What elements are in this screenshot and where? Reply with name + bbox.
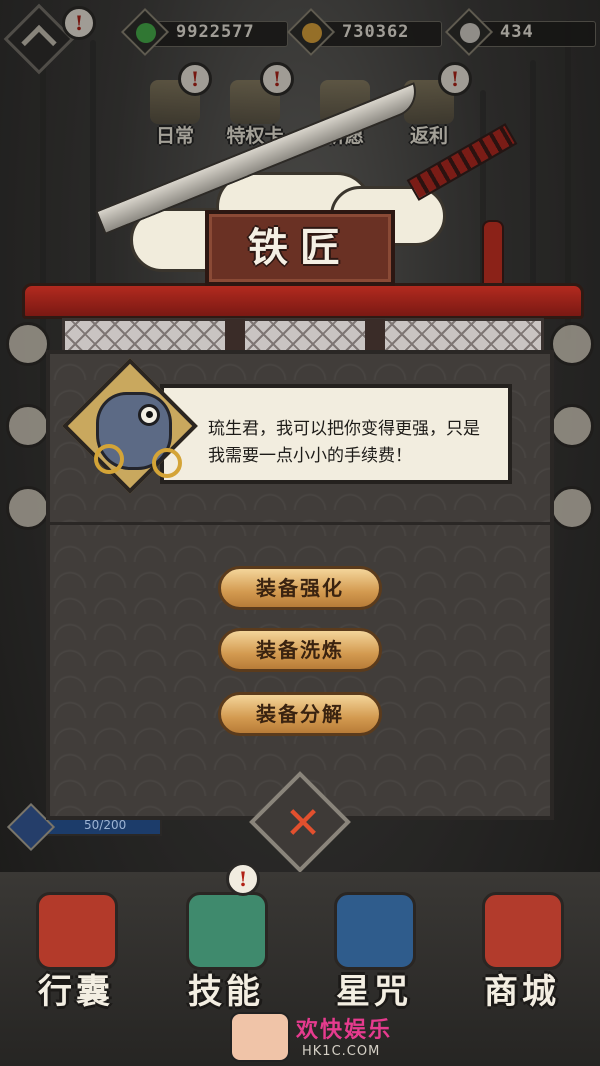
nav-shop-label: 商城 — [484, 972, 560, 1012]
close-icon: ✕ — [284, 798, 322, 849]
dialog-title-sign: 铁匠 — [205, 210, 395, 286]
nav-skills-label: 技能 — [188, 972, 264, 1012]
earring-icon — [152, 448, 182, 478]
nav-skills[interactable]: 技能 — [156, 878, 296, 1018]
watermark-brand: 欢快娱乐 — [296, 1018, 393, 1043]
nav-bag[interactable]: 行囊 — [6, 878, 146, 1018]
gamepad-icon — [230, 1012, 290, 1062]
dialog-title: 铁匠 — [248, 224, 352, 271]
shop-icon — [482, 892, 564, 970]
npc-dialogue-text: 琉生君，我可以把你变得更强，只是我需要一点小小的手续费！ — [208, 419, 480, 466]
dialog-divider — [50, 522, 550, 525]
nav-star-spell-label: 星咒 — [336, 972, 412, 1012]
nav-bag-label: 行囊 — [38, 972, 114, 1012]
dialog-roof — [22, 283, 584, 319]
npc-eye — [138, 404, 160, 426]
bag-icon — [36, 892, 118, 970]
earring-icon — [94, 444, 124, 474]
alert-icon: ! — [226, 862, 260, 896]
dismantle-equipment-button[interactable]: 装备分解 — [218, 692, 382, 736]
star-scroll-icon — [334, 892, 416, 970]
nav-star-spell[interactable]: 星咒 — [304, 878, 444, 1018]
sickle-chain-icon — [186, 892, 268, 970]
npc-speech-bubble: 琉生君，我可以把你变得更强，只是我需要一点小小的手续费！ — [160, 384, 512, 484]
refine-equipment-button[interactable]: 装备洗炼 — [218, 628, 382, 672]
watermark-url: HK1C.COM — [302, 1044, 381, 1059]
enhance-equipment-button[interactable]: 装备强化 — [218, 566, 382, 610]
watermark: 欢快娱乐 HK1C.COM — [230, 1010, 410, 1066]
nav-shop[interactable]: 商城 — [452, 878, 592, 1018]
